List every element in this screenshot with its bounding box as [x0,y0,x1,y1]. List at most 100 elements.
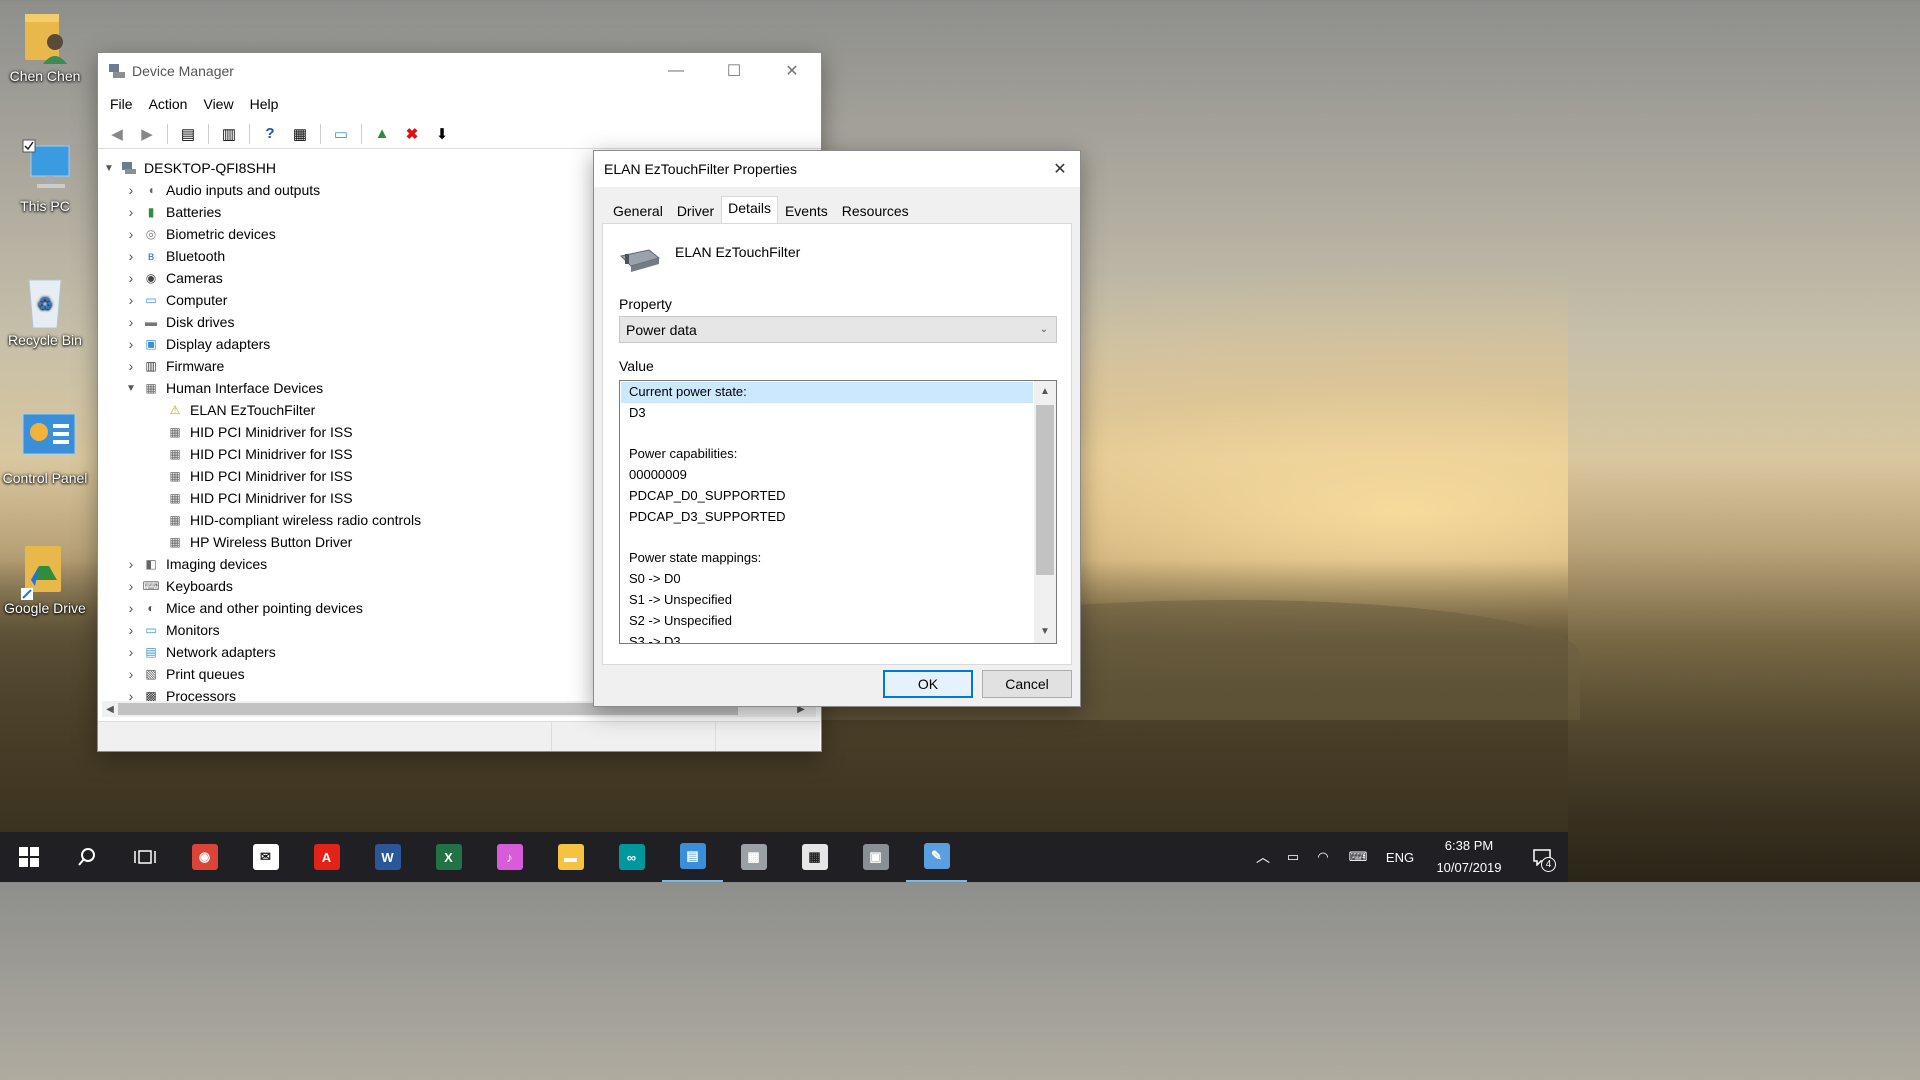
desktop-icon-user-folder[interactable]: Chen Chen [0,8,90,84]
tree-item[interactable]: › ▩ Processors [102,685,594,701]
task-view-button[interactable] [116,832,174,882]
chevron-right-icon[interactable]: › [124,226,138,242]
tree-item[interactable]: ▦ HID-compliant wireless radio controls [102,509,594,531]
tree-item[interactable]: › ▣ Display adapters [102,333,594,355]
tree-item[interactable]: ▦ HID PCI Minidriver for ISS [102,421,594,443]
value-line[interactable]: 00000009 [621,465,1033,486]
tree-item[interactable]: ⚠ ELAN EzTouchFilter [102,399,594,421]
scroll-up-icon[interactable]: ▲ [1034,381,1056,403]
taskbar-app[interactable]: ▤ [662,832,723,882]
tab-details[interactable]: Details [721,196,778,225]
chevron-down-icon[interactable]: ▼ [124,383,138,394]
scroll-down-icon[interactable]: ▼ [1034,621,1056,643]
properties-icon[interactable]: ▥ [216,122,242,146]
tree-item[interactable]: › ▭ Computer [102,289,594,311]
value-line[interactable]: Current power state: [621,382,1033,403]
clock[interactable]: 6:38 PM 10/07/2019 [1422,835,1516,879]
taskbar-app[interactable]: ▣ [845,832,906,882]
value-line[interactable]: S3 -> D3 [621,632,1033,643]
search-button[interactable] [58,832,116,882]
scan-hardware-icon[interactable]: ▭ [328,122,354,146]
tree-item[interactable]: › ▬ Disk drives [102,311,594,333]
taskbar-app[interactable]: W [357,832,418,882]
forward-arrow-icon[interactable]: ▶ [134,122,160,146]
tree-item[interactable]: › ◧ Imaging devices [102,553,594,575]
chevron-right-icon[interactable]: › [124,644,138,660]
tab-driver[interactable]: Driver [670,199,721,225]
value-line[interactable] [621,424,1033,445]
dialog-close-button[interactable]: ✕ [1040,151,1080,187]
desktop-icon-google-drive[interactable]: Google Drive [0,540,90,616]
chevron-right-icon[interactable]: › [124,600,138,616]
desktop-icon-control-panel[interactable]: Control Panel [0,410,90,486]
tree-item[interactable]: ▼ ▦ Human Interface Devices [102,377,594,399]
keyboard-icon[interactable]: ⌨ [1338,849,1378,865]
tree-item[interactable]: › ▤ Network adapters [102,641,594,663]
tree-root[interactable]: ▼ DESKTOP-QFI8SHH [102,157,594,179]
show-hide-console-tree-icon[interactable]: ▤ [175,122,201,146]
value-line[interactable]: Power capabilities: [621,444,1033,465]
chevron-right-icon[interactable]: › [124,292,138,308]
chevron-down-icon[interactable]: ▼ [102,163,116,174]
battery-icon[interactable]: ▭ [1278,849,1308,865]
tree-item[interactable]: ▦ HID PCI Minidriver for ISS [102,487,594,509]
help-icon[interactable]: ? [257,122,283,146]
action-pane-icon[interactable]: ▦ [287,122,313,146]
chevron-right-icon[interactable]: › [124,358,138,374]
menu-action[interactable]: Action [141,96,196,112]
tree-item[interactable]: ▦ HID PCI Minidriver for ISS [102,443,594,465]
maximize-button[interactable]: ☐ [705,53,763,89]
ok-button[interactable]: OK [883,670,973,698]
value-line[interactable]: PDCAP_D3_SUPPORTED [621,507,1033,528]
chevron-right-icon[interactable]: › [124,204,138,220]
taskbar-app[interactable]: X [418,832,479,882]
taskbar-app[interactable]: A [296,832,357,882]
chevron-right-icon[interactable]: › [124,248,138,264]
tree-item[interactable]: › ⌨ Keyboards [102,575,594,597]
taskbar-app[interactable]: ✉ [235,832,296,882]
tree-item[interactable]: › ◉ Cameras [102,267,594,289]
taskbar-app[interactable]: ▬ [540,832,601,882]
tab-resources[interactable]: Resources [835,199,916,225]
chevron-right-icon[interactable]: › [124,314,138,330]
cancel-button[interactable]: Cancel [982,670,1072,698]
taskbar-app[interactable]: ◉ [174,832,235,882]
value-line[interactable]: Power state mappings: [621,548,1033,569]
value-line[interactable]: S0 -> D0 [621,569,1033,590]
menu-file[interactable]: File [102,96,141,112]
scroll-left-icon[interactable]: ◀ [102,704,118,715]
minimize-button[interactable]: — [647,53,705,89]
language-indicator[interactable]: ENG [1378,850,1422,865]
value-listbox[interactable]: Current power state: D3 Power capabilities… [619,380,1057,644]
tree-item[interactable]: › ◐ Mice and other pointing devices [102,597,594,619]
chevron-right-icon[interactable]: › [124,578,138,594]
value-line[interactable]: D3 [621,403,1033,424]
value-line[interactable] [621,528,1033,549]
value-line[interactable]: S2 -> Unspecified [621,611,1033,632]
tree-item[interactable]: › ◖ Audio inputs and outputs [102,179,594,201]
tab-events[interactable]: Events [778,199,835,225]
chevron-right-icon[interactable]: › [124,182,138,198]
chevron-right-icon[interactable]: › [124,622,138,638]
scroll-thumb[interactable] [1036,405,1054,575]
close-button[interactable]: ✕ [763,53,821,89]
start-button[interactable] [0,832,58,882]
tab-general[interactable]: General [606,199,670,225]
chevron-right-icon[interactable]: › [124,270,138,286]
tree-item[interactable]: › ▥ Firmware [102,355,594,377]
taskbar-app[interactable]: ∞ [601,832,662,882]
wifi-icon[interactable]: ◠ [1308,849,1338,865]
back-arrow-icon[interactable]: ◀ [104,122,130,146]
chevron-right-icon[interactable]: › [124,336,138,352]
taskbar-app[interactable]: ▦ [723,832,784,882]
tree-item[interactable]: › ◎ Biometric devices [102,223,594,245]
chevron-right-icon[interactable]: › [124,688,138,701]
desktop-icon-recycle-bin[interactable]: ♻ Recycle Bin [0,272,90,348]
chevron-right-icon[interactable]: › [124,556,138,572]
value-line[interactable]: PDCAP_D0_SUPPORTED [621,486,1033,507]
properties-titlebar[interactable]: ELAN EzTouchFilter Properties ✕ [594,151,1080,187]
taskbar-app[interactable]: ▦ [784,832,845,882]
chevron-right-icon[interactable]: › [124,666,138,682]
tree-item[interactable]: › ʙ Bluetooth [102,245,594,267]
chevron-up-icon[interactable]: ︿ [1248,847,1278,867]
